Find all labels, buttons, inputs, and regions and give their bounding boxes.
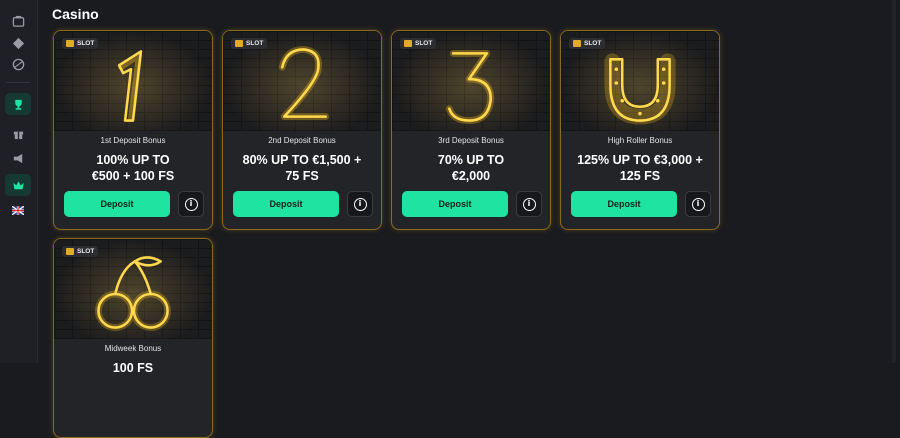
slot-badge: SLOT (62, 38, 99, 49)
slot-badge: SLOT (62, 246, 99, 257)
megaphone-icon[interactable] (5, 147, 31, 169)
slot-badge: SLOT (231, 38, 268, 49)
info-icon: i (691, 197, 705, 211)
info-button[interactable]: i (178, 191, 204, 217)
card-subtitle: 3rd Deposit Bonus (438, 136, 504, 145)
card-subtitle: 1st Deposit Bonus (100, 136, 166, 145)
deposit-button[interactable]: Deposit (64, 191, 170, 217)
slot-icon (573, 40, 581, 47)
info-icon: i (184, 197, 198, 211)
crown-icon[interactable] (5, 174, 31, 196)
info-button[interactable]: i (685, 191, 711, 217)
bonus-card: SLOT 2nd Deposit Bonus 80% UP TO €1,500 … (222, 30, 382, 230)
info-icon: i (522, 197, 536, 211)
slot-icon (66, 248, 74, 255)
info-button[interactable]: i (347, 191, 373, 217)
sidebar (0, 0, 38, 363)
card-title: 100% UP TO €500 + 100 FS (91, 153, 175, 183)
neon-cherries-icon (94, 256, 172, 332)
bonus-card: SLOT 3rd Deposit Bonus 70% UP TO €2,000 D… (391, 30, 551, 230)
slot-icon (404, 40, 412, 47)
gift-icon[interactable] (5, 122, 31, 144)
card-title: 100 FS (112, 361, 154, 375)
slot-badge: SLOT (400, 38, 437, 49)
bonus-card: SLOT 1st Deposit Bonus 100% UP TO €500 + … (53, 30, 213, 230)
card-subtitle: High Roller Bonus (607, 136, 673, 145)
sidebar-divider (6, 82, 30, 83)
bonus-card: SLOT Midweek Bonus 100 FS (53, 238, 213, 438)
slot-icon (235, 40, 243, 47)
deposit-button[interactable]: Deposit (402, 191, 508, 217)
deposit-button[interactable]: Deposit (233, 191, 339, 217)
card-subtitle: Midweek Bonus (104, 344, 162, 353)
neon-number-two-icon (278, 45, 330, 121)
slot-icon (66, 40, 74, 47)
diamond-icon[interactable] (5, 32, 31, 54)
card-title: 125% UP TO €3,000 +125 FS (577, 153, 703, 183)
info-button[interactable]: i (516, 191, 542, 217)
neon-number-one-icon (117, 50, 143, 122)
page-scrollbar[interactable] (892, 0, 896, 363)
slot-badge: SLOT (569, 38, 606, 49)
card-subtitle: 2nd Deposit Bonus (268, 136, 336, 145)
trophy-icon[interactable] (5, 93, 31, 115)
deposit-button[interactable]: Deposit (571, 191, 677, 217)
bonus-card: SLOT High Roller Bonus 125% UP TO €3,000… (560, 30, 720, 230)
casino-icon[interactable] (5, 10, 31, 32)
neon-number-three-icon (445, 49, 495, 125)
uk-flag-icon[interactable] (5, 199, 31, 221)
card-title: 80% UP TO €1,500 +75 FS (242, 153, 362, 183)
page-title: Casino (52, 6, 99, 22)
card-title: 70% UP TO €2,000 (437, 153, 505, 183)
info-icon: i (353, 197, 367, 211)
neon-horseshoe-icon (604, 53, 676, 125)
sports-ball-icon[interactable] (5, 53, 31, 75)
